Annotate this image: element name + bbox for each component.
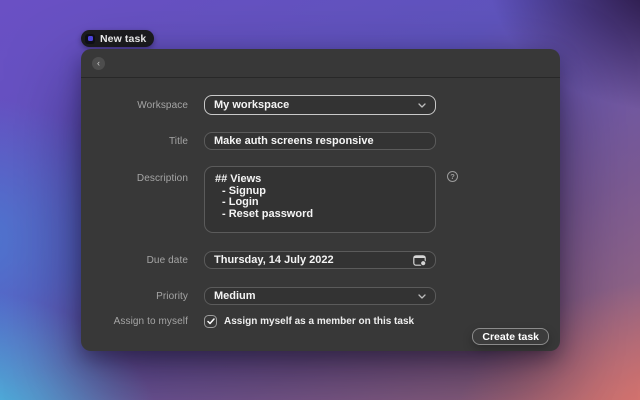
chevron-left-icon: ‹ bbox=[97, 58, 100, 68]
window-tag-label: New task bbox=[100, 32, 147, 45]
app-icon bbox=[85, 33, 95, 44]
new-task-modal: ‹ Workspace My workspace Title Make auth… bbox=[81, 49, 560, 351]
chevron-down-icon bbox=[418, 293, 426, 299]
description-input[interactable]: ## Views - Signup - Login - Reset passwo… bbox=[204, 166, 436, 233]
chevron-down-icon bbox=[418, 102, 426, 108]
help-icon[interactable]: ? bbox=[447, 171, 458, 182]
check-icon bbox=[206, 318, 215, 325]
title-label: Title bbox=[168, 136, 188, 147]
calendar-icon[interactable] bbox=[413, 254, 426, 266]
modal-header: ‹ bbox=[81, 49, 560, 78]
priority-label: Priority bbox=[156, 291, 188, 302]
title-input[interactable]: Make auth screens responsive bbox=[204, 132, 436, 150]
assign-label: Assign to myself bbox=[113, 316, 188, 327]
due-date-input[interactable]: Thursday, 14 July 2022 bbox=[204, 251, 436, 269]
priority-value: Medium bbox=[214, 290, 256, 302]
description-heading: ## Views bbox=[215, 173, 262, 185]
create-task-button[interactable]: Create task bbox=[472, 328, 549, 345]
question-mark-glyph: ? bbox=[450, 172, 455, 181]
new-task-window-tag: New task bbox=[81, 30, 155, 47]
workspace-label: Workspace bbox=[137, 100, 188, 111]
due-date-value: Thursday, 14 July 2022 bbox=[214, 254, 334, 266]
assign-checkbox-label[interactable]: Assign myself as a member on this task bbox=[224, 316, 414, 327]
desktop-background: New task ‹ Workspace My workspace Title … bbox=[0, 0, 640, 400]
due-date-label: Due date bbox=[146, 255, 188, 266]
workspace-value: My workspace bbox=[214, 99, 290, 111]
assign-checkbox-row: Assign myself as a member on this task bbox=[204, 315, 414, 328]
description-line: - Reset password bbox=[222, 208, 314, 221]
title-value: Make auth screens responsive bbox=[214, 135, 374, 147]
assign-checkbox[interactable] bbox=[204, 315, 217, 328]
priority-select[interactable]: Medium bbox=[204, 287, 436, 305]
description-label: Description bbox=[136, 173, 188, 184]
workspace-select[interactable]: My workspace bbox=[204, 95, 436, 115]
back-button[interactable]: ‹ bbox=[92, 57, 105, 70]
